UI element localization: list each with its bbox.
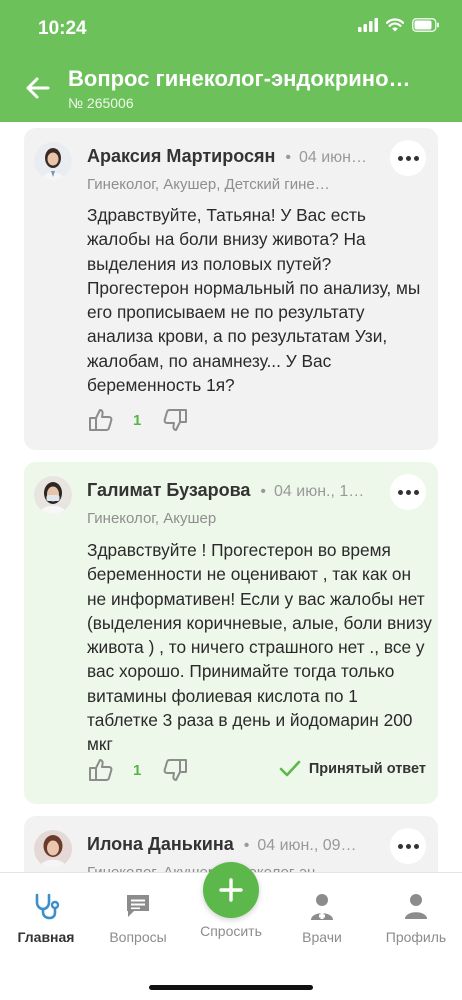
page-title: Вопрос гинеколог-эндокрино… (68, 66, 411, 91)
thumbs-up-icon[interactable] (87, 756, 115, 784)
doctor-name[interactable]: Илона Данькина (87, 834, 234, 855)
status-bar: 10:24 (0, 0, 462, 56)
doctor-specialty: Гинеколог, Акушер, Детский гине… (87, 176, 330, 193)
separator-dot: • (260, 483, 267, 500)
doctor-name[interactable]: Араксия Мартиросян (87, 146, 275, 167)
arrow-left-icon[interactable] (24, 74, 52, 102)
tab-label: Врачи (302, 929, 342, 945)
like-count: 1 (133, 411, 142, 429)
avatar[interactable] (34, 476, 72, 514)
answer-text: Здравствуйте, Татьяна! У Вас есть жалобы… (87, 205, 421, 396)
answer-text: Здравствуйте ! Прогестерон во время бере… (87, 540, 432, 755)
more-options-button[interactable] (390, 140, 426, 176)
accepted-label: Принятый ответ (308, 761, 426, 777)
question-number: № 265006 (68, 95, 134, 111)
home-indicator[interactable] (149, 985, 313, 990)
separator-dot: • (243, 837, 250, 854)
tab-label: Профиль (385, 929, 447, 945)
answer-card-accepted: Галимат Бузарова • 04 июн., 1… Гинеколог… (24, 462, 438, 804)
app-header: 10:24 Вопрос гинеколог-эндокрино… № 2650 (0, 0, 462, 122)
status-icons (358, 18, 440, 32)
doctor-header: Галимат Бузарова • 04 июн., 1… (87, 480, 387, 501)
answer-date: 04 июн… (298, 149, 367, 166)
like-count: 1 (133, 761, 142, 779)
rating-actions: 1 (87, 755, 189, 785)
answer-date: 04 июн., 1… (274, 483, 365, 500)
avatar[interactable] (34, 142, 72, 180)
tab-questions[interactable]: Вопросы (92, 891, 184, 945)
answers-feed[interactable]: Араксия Мартиросян • 04 июн… Гинеколог, … (0, 122, 462, 872)
chat-icon (127, 895, 149, 917)
doctor-specialty: Гинеколог, Акушер (87, 510, 217, 527)
rating-actions: 1 (87, 405, 189, 435)
doctor-icon (311, 894, 333, 920)
check-icon (279, 760, 301, 777)
answer-card: Араксия Мартиросян • 04 июн… Гинеколог, … (24, 128, 438, 450)
tab-profile[interactable]: Профиль (370, 891, 462, 945)
avatar[interactable] (34, 830, 72, 868)
accepted-answer-badge: Принятый ответ (279, 760, 426, 778)
tab-label[interactable]: Спросить (186, 923, 276, 939)
stethoscope-icon (35, 893, 60, 920)
plus-icon (219, 878, 243, 902)
answer-date: 04 июн., 09… (257, 837, 357, 854)
doctor-name[interactable]: Галимат Бузарова (87, 480, 250, 501)
tab-label: Главная (17, 929, 75, 945)
thumbs-down-icon[interactable] (161, 406, 189, 434)
thumbs-down-icon[interactable] (161, 756, 189, 784)
status-time: 10:24 (38, 18, 87, 39)
separator-dot: • (285, 149, 291, 166)
ask-question-button[interactable] (203, 862, 259, 918)
doctor-header: Илона Данькина • 04 июн., 09… (87, 834, 387, 855)
more-options-button[interactable] (390, 474, 426, 510)
doctor-header: Араксия Мартиросян • 04 июн… (87, 146, 387, 167)
person-icon (405, 894, 427, 919)
thumbs-up-icon[interactable] (87, 406, 115, 434)
tab-home[interactable]: Главная (0, 891, 92, 945)
signal-icon (358, 18, 378, 32)
tab-doctors[interactable]: Врачи (276, 891, 368, 945)
battery-icon (412, 18, 439, 32)
tab-label: Вопросы (109, 929, 167, 945)
wifi-icon (386, 18, 404, 32)
more-options-button[interactable] (390, 828, 426, 864)
